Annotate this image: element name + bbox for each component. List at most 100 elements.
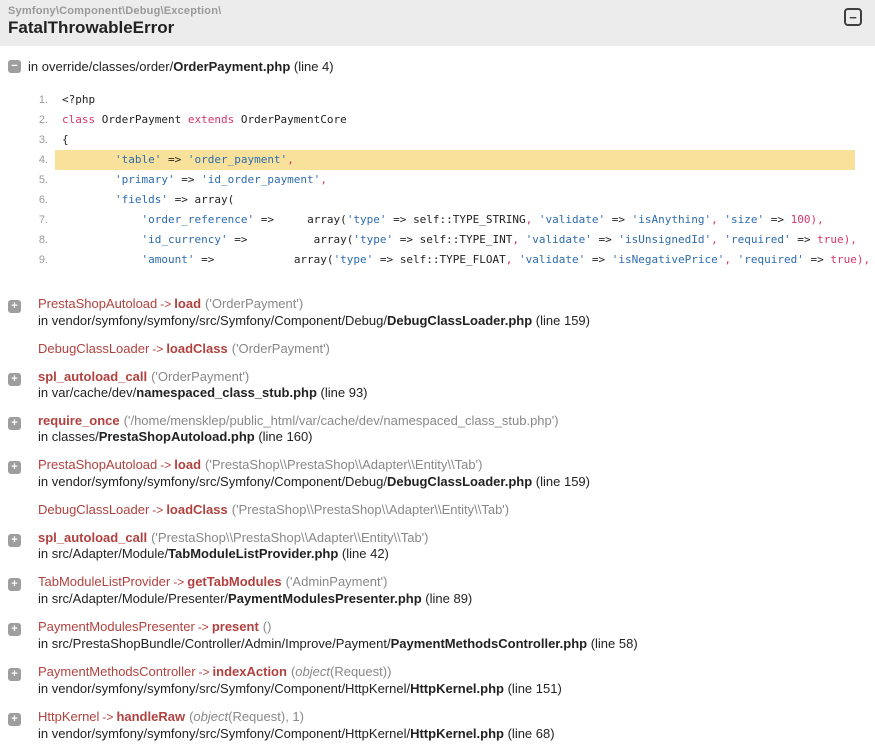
trace-arguments: ('PrestaShop\\PrestaShop\\Adapter\\Entit… [231,502,510,517]
trace-line-number: (line 160) [254,429,313,444]
code-text: 'fields' => array( [114,193,235,206]
trace-call-line[interactable]: PrestaShopAutoload -> load ('OrderPayment') [38,296,590,312]
trace-file-location: in vendor/symfony/symfony/src/Symfony/Co… [38,474,590,489]
trace-method-name: load [174,296,202,311]
arrow-icon: -> [152,342,164,356]
trace-entry: + TabModuleListProvider -> getTabModules ('A… [8,574,875,607]
expand-plus-icon[interactable]: + [8,578,21,591]
trace-call-line[interactable]: spl_autoload_call ('PrestaShop\\PrestaSho… [38,530,428,545]
trace-file-name: HttpKernel.php [410,726,504,741]
stack-trace: + PrestaShopAutoload -> load ('OrderPayment'… [8,296,875,742]
trace-icon-column: + [8,530,38,562]
trace-method-name: getTabModules [187,574,282,589]
trace-arguments: ('AdminPayment') [285,574,388,589]
trace-method-name: require_once [38,413,120,428]
line-number: 9. [38,254,48,266]
trace-arguments: ('PrestaShop\\PrestaShop\\Adapter\\Entit… [205,457,483,472]
line-number: 8. [38,234,48,246]
trace-method-name: spl_autoload_call [38,369,148,384]
trace-line-number: (line 93) [316,385,368,400]
trace-call-line[interactable]: PaymentMethodsController -> indexAction (ob… [38,664,562,680]
trace-file-name: PaymentMethodsController.php [390,636,588,651]
arrow-icon: -> [160,297,172,311]
trace-icon-column: + [8,457,38,490]
trace-file-name: PrestaShopAutoload.php [98,429,255,444]
expand-plus-icon[interactable]: + [8,623,21,636]
expand-plus-icon[interactable]: + [8,373,21,386]
trace-entry-body: PaymentModulesPresenter -> present() in src… [38,619,638,652]
trace-entry: + spl_autoload_call ('OrderPayment') in var… [8,369,875,401]
code-text: 'primary' => 'id_order_payment', [114,173,327,186]
trace-arguments: ('/home/mensklep/public_html/var/cache/d… [123,413,559,428]
expand-plus-icon[interactable]: + [8,300,21,313]
code-line: 6. 'fields' => array( [0,190,875,210]
trace-entry-body: PaymentMethodsController -> indexAction (ob… [38,664,562,697]
trace-method-name: loadClass [166,341,228,356]
arrow-icon: -> [173,575,185,589]
trace-line-number: (line 58) [587,636,638,651]
expand-plus-icon[interactable]: + [8,713,21,726]
trace-line-number: (line 151) [503,681,562,696]
trace-class-name: DebugClassLoader [38,341,150,356]
line-number: 3. [38,134,48,146]
trace-arguments: ('OrderPayment') [231,341,330,356]
code-line: 9. 'amount' => array('type' => self::TYP… [0,250,875,270]
source-file-row: − in override/classes/order/OrderPayment… [8,59,865,74]
exception-namespace: Symfony\Component\Debug\Exception\ [8,5,222,17]
trace-class-name: HttpKernel [38,709,100,724]
trace-method-name: handleRaw [116,709,186,724]
source-file-path: in override/classes/order/OrderPayment.p… [28,59,334,74]
trace-file-name: TabModuleListProvider.php [168,546,339,561]
code-text: 'amount' => array('type' => self::TYPE_F… [141,253,871,266]
trace-entry-body: PrestaShopAutoload -> load ('PrestaShop\\Pr… [38,457,590,490]
expand-plus-icon[interactable]: + [8,417,21,430]
arrow-icon: -> [198,665,210,679]
trace-call-line[interactable]: HttpKernel -> handleRaw (object(Request), 1… [38,709,555,725]
trace-class-name: DebugClassLoader [38,502,150,517]
expand-plus-icon[interactable]: + [8,534,21,547]
trace-entry: + spl_autoload_call ('PrestaShop\\PrestaSh… [8,530,875,562]
line-number: 7. [38,214,48,226]
collapse-all-icon: − [849,9,857,25]
code-line: 8. 'id_currency' => array('type' => self… [0,230,875,250]
trace-entry-body: TabModuleListProvider -> getTabModules ('Ad… [38,574,472,607]
trace-call-line[interactable]: spl_autoload_call ('OrderPayment') [38,369,368,384]
expand-plus-icon[interactable]: + [8,461,21,474]
code-text: 'id_currency' => array('type' => self::T… [141,233,857,246]
trace-file-name: DebugClassLoader.php [386,313,533,328]
trace-call-line[interactable]: TabModuleListProvider -> getTabModules ('Ad… [38,574,472,590]
trace-class-name: PrestaShopAutoload [38,457,158,472]
expand-plus-icon[interactable]: + [8,668,21,681]
trace-entry-body: require_once ('/home/mensklep/public_html… [38,413,559,445]
trace-line-number: (line 89) [421,591,473,606]
trace-call-line[interactable]: DebugClassLoader -> loadClass ('PrestaShop\… [38,502,509,518]
trace-file-location: in src/Adapter/Module/TabModuleListProvi… [38,546,389,561]
collapse-source-icon[interactable]: − [8,60,21,73]
trace-file-name: namespaced_class_stub.php [136,385,317,400]
trace-line-number: (line 42) [338,546,389,561]
collapse-all-button[interactable]: − [844,8,862,26]
code-line-highlighted: 4. 'table' => 'order_payment', [0,150,875,170]
trace-file-location: in vendor/symfony/symfony/src/Symfony/Co… [38,726,555,741]
trace-file-location: in vendor/symfony/symfony/src/Symfony/Co… [38,681,562,696]
trace-entry: + require_once ('/home/mensklep/public_htm… [8,413,875,445]
trace-entry-body: spl_autoload_call ('OrderPayment') in var/… [38,369,368,401]
exception-title: FatalThrowableError [8,18,175,37]
trace-call-line[interactable]: PrestaShopAutoload -> load ('PrestaShop\\Pr… [38,457,590,473]
trace-file-name: DebugClassLoader.php [386,474,533,489]
trace-icon-column [8,341,38,357]
code-line: 7. 'order_reference' => array('type' => … [0,210,875,230]
trace-call-line[interactable]: DebugClassLoader -> loadClass ('OrderPaymen… [38,341,330,357]
trace-entry-body: DebugClassLoader -> loadClass ('OrderPaymen… [38,341,330,357]
trace-class-name: PaymentModulesPresenter [38,619,195,634]
trace-file-location: in classes/PrestaShopAutoload.php (line … [38,429,313,444]
code-excerpt: 1. <?php 2. class OrderPayment extends Orde… [0,90,875,270]
trace-call-line[interactable]: PaymentModulesPresenter -> present() [38,619,638,635]
trace-call-line[interactable]: require_once ('/home/mensklep/public_html… [38,413,559,428]
code-text: class OrderPayment extends OrderPaymentC… [62,113,347,126]
trace-entry-body: PrestaShopAutoload -> load ('OrderPayment')… [38,296,590,329]
line-number: 6. [38,194,48,206]
code-text: { [62,133,69,146]
line-number: 1. [38,94,48,106]
trace-line-number: (line 159) [532,313,590,328]
